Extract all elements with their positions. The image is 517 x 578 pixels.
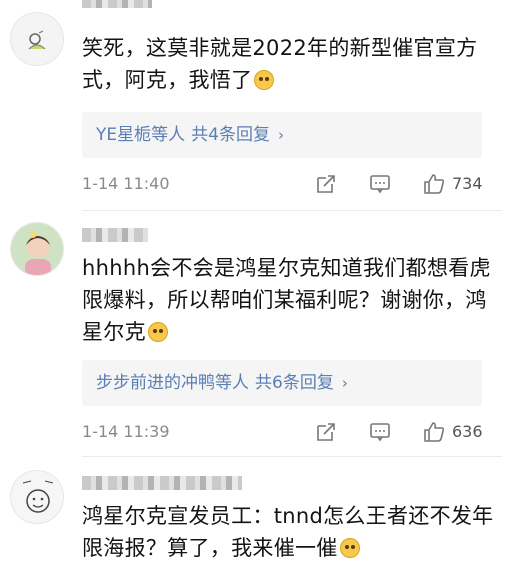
share-icon[interactable] bbox=[314, 172, 338, 196]
avatar-photo-icon bbox=[11, 223, 63, 275]
replies-count: 共4条回复 bbox=[191, 125, 270, 145]
share-icon[interactable] bbox=[314, 420, 338, 444]
chevron-right-icon: › bbox=[277, 126, 284, 144]
crying-face-emoji-icon bbox=[147, 322, 168, 342]
comment-text: 笑死，这莫非就是2022年的新型催官宣方式，阿克，我悟了 bbox=[82, 36, 478, 92]
avatar[interactable] bbox=[10, 12, 64, 66]
like-icon[interactable] bbox=[422, 172, 446, 196]
grinning-sweat-emoji-icon bbox=[254, 70, 275, 90]
comment-text: 鸿星尔克宣发员工：tnnd怎么王者还不发年限海报？算了，我来催一催 bbox=[82, 504, 494, 560]
replies-names: 步步前进的冲鸭等人 bbox=[96, 373, 249, 393]
like-count: 636 bbox=[452, 422, 483, 441]
replies-names: YE星栀等人 bbox=[96, 125, 186, 145]
avatar[interactable] bbox=[10, 470, 64, 524]
comment-text: hhhhh会不会是鸿星尔克知道我们都想看虎限爆料，所以帮咱们某福利呢？谢谢你，鸿… bbox=[82, 256, 491, 344]
comment-meta: 1-14 11:40 734 bbox=[82, 172, 502, 196]
like-icon[interactable] bbox=[422, 420, 446, 444]
avatar[interactable] bbox=[10, 222, 64, 276]
username-redacted[interactable] bbox=[82, 0, 152, 8]
timestamp: 1-14 11:40 bbox=[82, 174, 170, 193]
username-redacted[interactable] bbox=[82, 228, 148, 242]
timestamp: 1-14 11:39 bbox=[82, 422, 170, 441]
chevron-right-icon: › bbox=[341, 374, 348, 392]
doge-emoji-icon bbox=[339, 538, 360, 558]
avatar-sketch-icon bbox=[11, 471, 63, 523]
divider bbox=[82, 210, 502, 211]
username-redacted[interactable] bbox=[82, 476, 242, 490]
comment-icon[interactable] bbox=[368, 172, 392, 196]
avatar-sketch-icon bbox=[11, 13, 63, 65]
comment-icon[interactable] bbox=[368, 420, 392, 444]
replies-link[interactable]: 步步前进的冲鸭等人 共6条回复 › bbox=[82, 360, 482, 406]
comment-meta: 1-14 11:39 636 bbox=[82, 420, 502, 444]
replies-count: 共6条回复 bbox=[255, 373, 334, 393]
divider bbox=[82, 456, 502, 457]
like-count: 734 bbox=[452, 174, 483, 193]
replies-link[interactable]: YE星栀等人 共4条回复 › bbox=[82, 112, 482, 158]
